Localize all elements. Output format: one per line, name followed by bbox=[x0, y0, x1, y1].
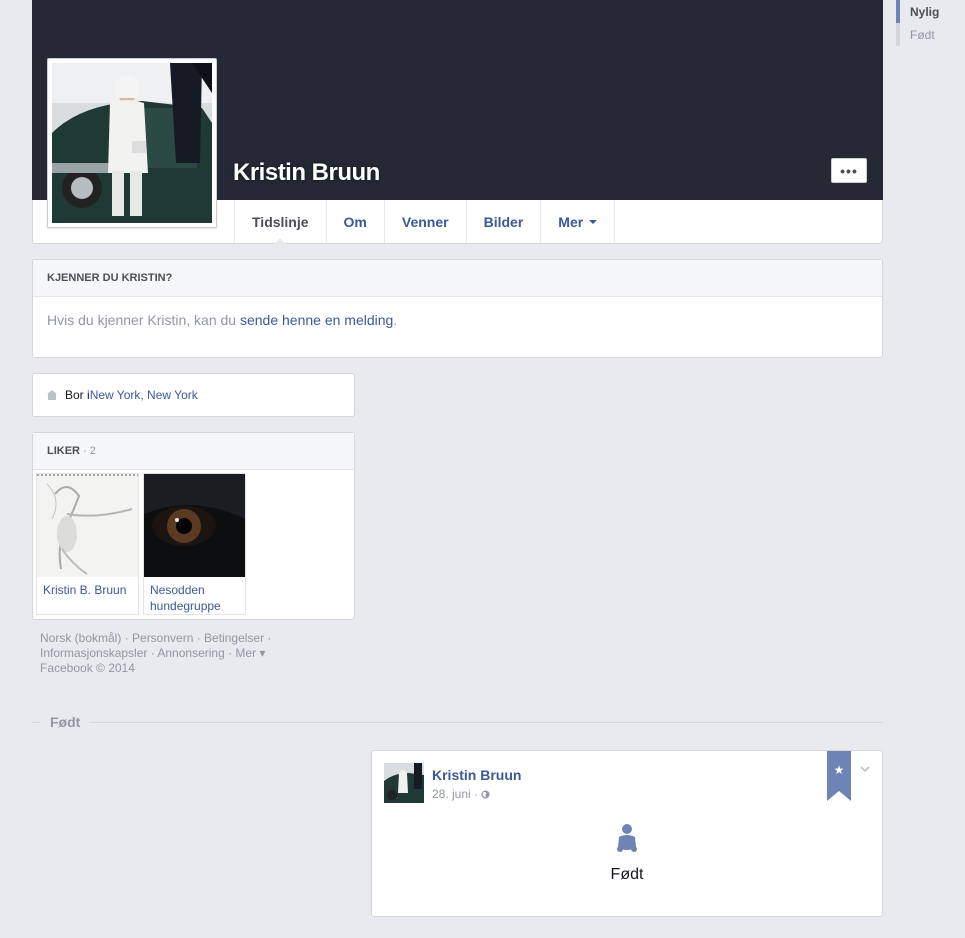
profile-name[interactable]: Kristin Bruun bbox=[233, 159, 380, 187]
like-item[interactable]: Kristin B. Bruun bbox=[36, 473, 139, 615]
life-event-title: Født bbox=[610, 866, 644, 883]
scrubber-item-recent[interactable]: Nylig bbox=[896, 0, 965, 23]
lives-in-place-link[interactable]: New York, New York bbox=[90, 388, 198, 402]
footer-line-1[interactable]: Norsk (bokmål) · Personvern · Betingelse… bbox=[40, 631, 290, 646]
chevron-down-icon[interactable] bbox=[859, 763, 871, 775]
likes-count: · 2 bbox=[83, 445, 96, 457]
know-person-text: Hvis du kjenner Kristin, kan du sende he… bbox=[47, 312, 398, 328]
profile-picture[interactable] bbox=[47, 58, 217, 228]
footer-copyright: Facebook © 2014 bbox=[40, 661, 135, 675]
born-story-card: Kristin Bruun 28. juni · ★ Født bbox=[371, 750, 883, 917]
tab-photos[interactable]: Bilder bbox=[465, 200, 541, 243]
avatar-art bbox=[384, 763, 424, 803]
star-icon: ★ bbox=[833, 763, 845, 777]
footer-line-2[interactable]: Informasjonskapsler · Annonsering · Mer … bbox=[40, 646, 290, 661]
caret-down-icon bbox=[589, 219, 598, 224]
sketch-thumbnail-art bbox=[37, 474, 138, 577]
home-icon bbox=[47, 390, 57, 400]
likes-grid: Kristin B. Bruun Nesodden hundegruppe bbox=[33, 470, 354, 615]
like-item-name[interactable]: Nesodden hundegruppe bbox=[144, 577, 245, 619]
story-author-name[interactable]: Kristin Bruun bbox=[432, 767, 521, 783]
story-date[interactable]: 28. juni bbox=[432, 787, 471, 801]
likes-header: LIKER · 2 bbox=[33, 433, 354, 470]
lives-in-prefix: Bor i bbox=[65, 388, 90, 402]
send-message-link[interactable]: sende henne en melding bbox=[240, 312, 393, 328]
tab-friends[interactable]: Venner bbox=[383, 200, 466, 243]
more-options-button[interactable]: ••• bbox=[831, 158, 867, 183]
timeline-scrubber: Nylig Født bbox=[896, 0, 965, 46]
story-author-block: Kristin Bruun 28. juni · bbox=[432, 763, 521, 803]
tab-timeline[interactable]: Tidslinje bbox=[234, 200, 326, 244]
like-thumbnail bbox=[37, 474, 138, 577]
eye-thumbnail-art bbox=[144, 474, 245, 577]
footer-links: Norsk (bokmål) · Personvern · Betingelse… bbox=[40, 631, 290, 676]
tab-more[interactable]: Mer bbox=[540, 200, 616, 243]
know-person-panel: KJENNER DU KRISTIN? Hvis du kjenner Kris… bbox=[32, 259, 883, 358]
likes-title[interactable]: LIKER bbox=[47, 445, 80, 457]
story-meta: 28. juni · bbox=[432, 787, 521, 801]
profile-photo-art bbox=[52, 63, 212, 223]
section-divider bbox=[32, 722, 883, 723]
baby-icon bbox=[617, 824, 637, 852]
lives-in-panel: Bor i New York, New York bbox=[32, 373, 355, 417]
story-header: Kristin Bruun 28. juni · bbox=[384, 763, 521, 803]
like-item-name[interactable]: Kristin B. Bruun bbox=[37, 577, 138, 603]
globe-icon[interactable] bbox=[481, 790, 490, 799]
likes-panel: LIKER · 2 Kristin B. Bruun Nesodden hund… bbox=[32, 432, 355, 620]
profile-photo bbox=[52, 63, 212, 223]
know-person-title: KJENNER DU KRISTIN? bbox=[33, 260, 882, 297]
like-item[interactable]: Nesodden hundegruppe bbox=[143, 473, 246, 615]
like-thumbnail bbox=[144, 474, 245, 577]
scrubber-item-born[interactable]: Født bbox=[896, 23, 965, 46]
highlight-ribbon[interactable]: ★ bbox=[827, 751, 851, 801]
avatar[interactable] bbox=[384, 763, 424, 803]
section-label-born: Født bbox=[40, 714, 91, 730]
tab-about[interactable]: Om bbox=[325, 200, 384, 243]
profile-tabs: Tidslinje Om Venner Bilder Mer bbox=[234, 200, 616, 244]
